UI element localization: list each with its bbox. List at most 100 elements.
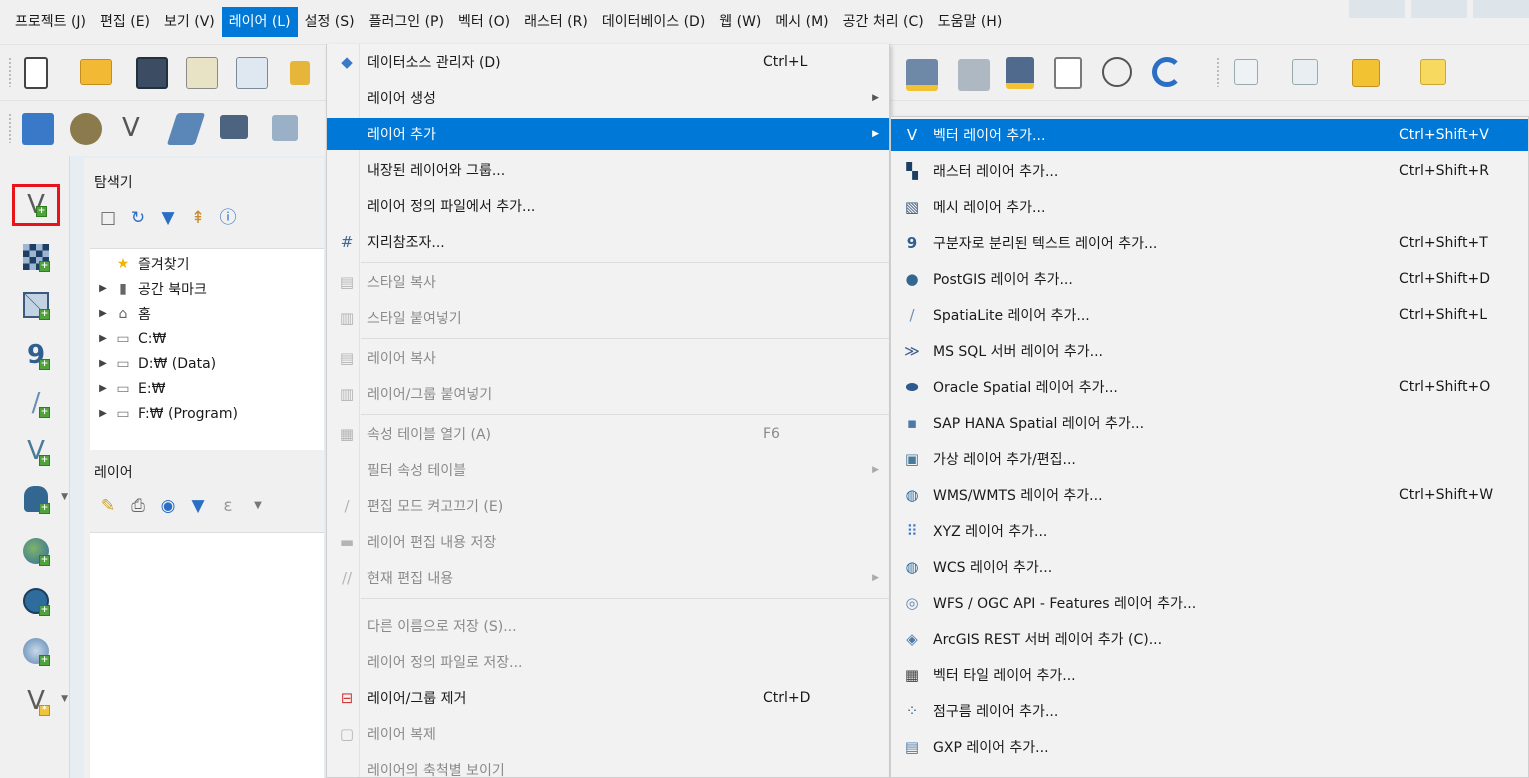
tree-item-drive-c[interactable]: ▶ ▭ C:₩	[90, 326, 166, 351]
dropdown-arrow-icon[interactable]: ▼	[248, 496, 268, 516]
add-raster-layer-tool[interactable]: +	[12, 236, 60, 278]
add-delimited-text-layer-tool[interactable]: 9 +	[12, 334, 60, 376]
expand-arrow-icon[interactable]: ▶	[96, 408, 110, 419]
refresh-icon[interactable]: ↻	[128, 208, 148, 228]
submenu-item-add-raster-layer[interactable]: ▚ 래스터 레이어 추가... Ctrl+Shift+R	[891, 155, 1528, 187]
menu-item-filter-attribute-table[interactable]: 필터 속성 테이블 ▶	[327, 454, 889, 486]
menu-help[interactable]: 도움말 (H)	[931, 7, 1010, 37]
menu-item-remove-layer[interactable]: ⊟ 레이어/그룹 제거 Ctrl+D	[327, 682, 889, 714]
menu-mesh[interactable]: 메시 (M)	[768, 7, 835, 37]
save-project-icon[interactable]	[136, 57, 168, 89]
dropdown-arrow-icon[interactable]: ▼	[61, 492, 68, 502]
menu-item-paste-layer[interactable]: ▥ 레이어/그룹 붙여넣기	[327, 378, 889, 410]
new-spatialite-icon[interactable]	[958, 59, 990, 91]
filter-legend-icon[interactable]: ▼	[188, 496, 208, 516]
menu-plugins[interactable]: 플러그인 (P)	[362, 7, 451, 37]
menu-project[interactable]: 프로젝트 (J)	[8, 7, 93, 37]
add-postgis-layer-tool[interactable]: + ▼	[12, 478, 68, 520]
menu-item-current-edits[interactable]: // 현재 편집 내용 ▶	[327, 562, 889, 594]
add-wcs-layer-tool[interactable]: +	[12, 580, 60, 622]
menu-item-georeferencer[interactable]: # 지리참조자...	[327, 226, 889, 258]
refresh-icon[interactable]	[1152, 57, 1182, 87]
menu-item-duplicate-layer[interactable]: ▢ 레이어 복제	[327, 718, 889, 750]
temporal-controller-icon[interactable]	[1102, 57, 1132, 87]
submenu-item-add-postgis-layer[interactable]: ● PostGIS 레이어 추가... Ctrl+Shift+D	[891, 263, 1528, 295]
submenu-item-add-mssql-layer[interactable]: ≫ MS SQL 서버 레이어 추가...	[891, 335, 1528, 367]
submenu-item-add-hana-layer[interactable]: ▪ SAP HANA Spatial 레이어 추가...	[891, 407, 1528, 439]
info-icon[interactable]: ⓘ	[218, 208, 238, 228]
new-spatialite-layer-icon[interactable]	[166, 113, 206, 145]
collapse-all-icon[interactable]: ⇞	[188, 208, 208, 228]
menu-layer[interactable]: 레이어 (L)	[221, 7, 298, 37]
menu-edit[interactable]: 편집 (E)	[93, 7, 157, 37]
submenu-item-add-wfs-layer[interactable]: ◎ WFS / OGC API - Features 레이어 추가...	[891, 587, 1528, 619]
menu-item-copy-layer[interactable]: ▤ 레이어 복사	[327, 342, 889, 374]
deselect-icon[interactable]	[1352, 59, 1380, 87]
submenu-item-add-delimited-text-layer[interactable]: 9 구분자로 분리된 텍스트 레이어 추가... Ctrl+Shift+T	[891, 227, 1528, 259]
submenu-item-add-virtual-layer[interactable]: ▣ 가상 레이어 추가/편집...	[891, 443, 1528, 475]
expand-arrow-icon[interactable]: ▶	[96, 283, 110, 294]
add-group-icon[interactable]: ⎙	[128, 496, 148, 516]
submenu-item-add-wcs-layer[interactable]: ◍ WCS 레이어 추가...	[891, 551, 1528, 583]
expand-arrow-icon[interactable]: ▶	[96, 358, 110, 369]
menu-item-embed-layers[interactable]: 내장된 레이어와 그룹...	[327, 154, 889, 186]
submenu-item-add-point-cloud-layer[interactable]: ⁘ 점구름 레이어 추가...	[891, 695, 1528, 727]
menu-item-paste-style[interactable]: ▥ 스타일 붙여넣기	[327, 302, 889, 334]
new-mesh-layer-icon[interactable]	[272, 115, 298, 141]
select-features-icon[interactable]	[1234, 59, 1258, 85]
toolbar-grip[interactable]	[8, 113, 12, 143]
layers-list[interactable]	[90, 532, 324, 778]
dropdown-arrow-icon[interactable]: ▼	[61, 694, 68, 704]
filter-icon[interactable]: ▼	[158, 208, 178, 228]
submenu-item-add-mesh-layer[interactable]: ▧ 메시 레이어 추가...	[891, 191, 1528, 223]
toolbar-grip[interactable]	[8, 57, 12, 87]
menu-web[interactable]: 웹 (W)	[712, 7, 768, 37]
tree-item-favorites[interactable]: ★ 즐겨찾기	[90, 251, 190, 276]
menu-item-save-layer-edits[interactable]: ▬ 레이어 편집 내용 저장	[327, 526, 889, 558]
layout-manager-icon[interactable]	[236, 57, 268, 89]
new-shapefile-icon[interactable]	[906, 59, 938, 91]
menu-item-set-scale-visibility[interactable]: 레이어의 축척별 보이기	[327, 754, 889, 778]
new-virtual-layer-icon[interactable]	[220, 115, 248, 139]
menu-item-copy-style[interactable]: ▤ 스타일 복사	[327, 266, 889, 298]
datasource-manager-icon[interactable]	[22, 113, 54, 145]
menu-item-toggle-editing[interactable]: / 편집 모드 켜고끄기 (E)	[327, 490, 889, 522]
add-wms-layer-tool[interactable]: +	[12, 530, 60, 572]
menu-settings[interactable]: 설정 (S)	[298, 7, 362, 37]
tree-item-drive-f[interactable]: ▶ ▭ F:₩ (Program)	[90, 401, 238, 426]
minimize-button[interactable]	[1349, 0, 1405, 18]
toolbar-grip[interactable]	[1216, 57, 1220, 87]
menu-processing[interactable]: 공간 처리 (C)	[836, 7, 931, 37]
style-manager-icon[interactable]	[290, 61, 310, 85]
submenu-item-add-vector-tile-layer[interactable]: ▦ 벡터 타일 레이어 추가...	[891, 659, 1528, 691]
filter-expression-icon[interactable]: ε	[218, 496, 238, 516]
visibility-eye-icon[interactable]: ◉	[158, 496, 178, 516]
new-print-layout-icon[interactable]	[186, 57, 218, 89]
tree-item-drive-e[interactable]: ▶ ▭ E:₩	[90, 376, 165, 401]
new-shapefile-layer-icon[interactable]: V	[122, 113, 148, 145]
menu-item-add-from-layer-definition[interactable]: 레이어 정의 파일에서 추가...	[327, 190, 889, 222]
add-mesh-layer-tool[interactable]: +	[12, 284, 60, 326]
attribute-table-icon[interactable]	[1292, 59, 1318, 85]
layer-styling-icon[interactable]: ✎	[98, 496, 118, 516]
new-temp-layer-icon[interactable]	[1054, 57, 1082, 89]
add-virtual-layer-tool[interactable]: V +	[12, 430, 60, 472]
menu-raster[interactable]: 래스터 (R)	[517, 7, 595, 37]
menu-item-datasource-manager[interactable]: ◆ 데이터소스 관리자 (D) Ctrl+L	[327, 46, 889, 78]
add-selected-layers-icon[interactable]: □	[98, 208, 118, 228]
submenu-item-add-vector-layer[interactable]: V 벡터 레이어 추가... Ctrl+Shift+V	[891, 119, 1528, 151]
add-vector-layer-tool[interactable]: V +	[12, 184, 60, 226]
close-window-button[interactable]	[1473, 0, 1529, 18]
identify-features-icon[interactable]	[1420, 59, 1446, 85]
menu-view[interactable]: 보기 (V)	[157, 7, 222, 37]
menu-vector[interactable]: 벡터 (O)	[451, 7, 517, 37]
expand-arrow-icon[interactable]: ▶	[96, 383, 110, 394]
tree-item-home[interactable]: ▶ ⌂ 홈	[90, 301, 151, 326]
submenu-item-add-oracle-layer[interactable]: ⬬ Oracle Spatial 레이어 추가... Ctrl+Shift+O	[891, 371, 1528, 403]
menu-item-open-attribute-table[interactable]: ▦ 속성 테이블 열기 (A) F6	[327, 418, 889, 450]
new-layer-tool[interactable]: V * ▼	[12, 680, 68, 722]
submenu-item-add-gxp-layer[interactable]: ▤ GXP 레이어 추가...	[891, 731, 1528, 763]
submenu-item-add-wms-layer[interactable]: ◍ WMS/WMTS 레이어 추가... Ctrl+Shift+W	[891, 479, 1528, 511]
maximize-button[interactable]	[1411, 0, 1467, 18]
expand-arrow-icon[interactable]: ▶	[96, 308, 110, 319]
